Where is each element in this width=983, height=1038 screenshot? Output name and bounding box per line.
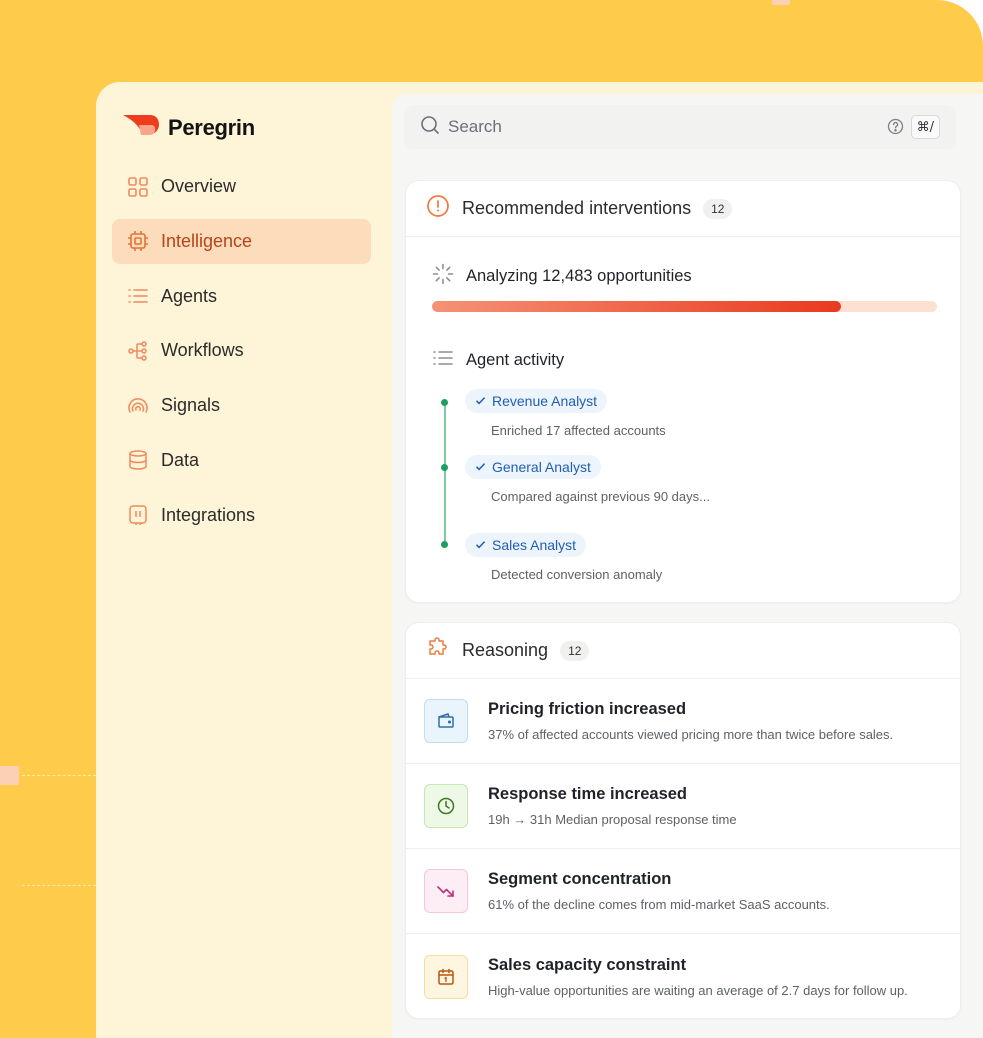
reasoning-item-title: Response time increased xyxy=(488,785,687,803)
progress-bar xyxy=(432,301,937,312)
reasoning-item-detail: 61% of the decline comes from mid-market… xyxy=(488,897,830,912)
reasoning-item-response-time[interactable]: Response time increased 19h → 31h Median… xyxy=(406,764,960,849)
reasoning-count-badge: 12 xyxy=(560,640,590,661)
reasoning-item-detail: 37% of affected accounts viewed pricing … xyxy=(488,727,894,742)
calendar-icon xyxy=(424,954,468,999)
brand-name: Peregrin xyxy=(168,114,255,140)
sidebar-item-label: Intelligence xyxy=(161,230,253,251)
search-input[interactable] xyxy=(448,117,868,137)
alert-circle-icon xyxy=(426,194,450,223)
reasoning-item-title: Pricing friction increased xyxy=(488,700,687,718)
trend-down-icon xyxy=(424,869,468,913)
signal-icon xyxy=(127,395,149,417)
help-icon[interactable] xyxy=(887,118,904,140)
agent-name: Sales Analyst xyxy=(492,537,577,553)
timeline-dot xyxy=(441,464,448,471)
agent-chip-general-analyst[interactable]: General Analyst xyxy=(465,455,601,479)
sidebar-item-signals[interactable]: Signals xyxy=(112,383,371,428)
background-frame: Peregrin Overview Intelligence Agents Wo… xyxy=(0,0,983,1038)
wallet-icon xyxy=(424,699,468,743)
reasoning-item-title: Sales capacity constraint xyxy=(488,955,687,974)
interventions-header[interactable]: Recommended interventions 12 xyxy=(406,181,960,237)
chip-icon xyxy=(127,230,149,252)
check-icon xyxy=(475,393,486,409)
reasoning-item-sales-capacity[interactable]: Sales capacity constraint High-value opp… xyxy=(406,934,960,1019)
plug-icon xyxy=(127,504,149,526)
search-bar[interactable]: ⌘/ xyxy=(404,105,956,149)
agent-entry: Sales Analyst Detected conversion anomal… xyxy=(465,533,662,582)
reasoning-item-segment-concentration[interactable]: Segment concentration 61% of the decline… xyxy=(406,849,960,934)
sidebar-item-label: Integrations xyxy=(161,504,256,525)
reasoning-item-pricing-friction[interactable]: Pricing friction increased 37% of affect… xyxy=(406,679,960,764)
sidebar-item-label: Signals xyxy=(161,395,221,416)
main-panel: ⌘/ Recommended interventions 12 Analyzin… xyxy=(392,94,983,1038)
reasoning-list: Pricing friction increased 37% of affect… xyxy=(406,679,960,1019)
interventions-card: Recommended interventions 12 Analyzing 1… xyxy=(405,180,961,603)
progress-bar-fill xyxy=(432,301,842,312)
sidebar-item-label: Data xyxy=(161,449,200,470)
sidebar-item-intelligence[interactable]: Intelligence xyxy=(112,218,371,264)
reasoning-item-detail: 19h → 31h Median proposal response time xyxy=(488,812,737,827)
database-icon xyxy=(127,449,149,471)
reasoning-header[interactable]: Reasoning 12 xyxy=(406,623,960,679)
check-icon xyxy=(475,537,486,553)
decorative-dashed-line xyxy=(22,775,96,776)
timeline-line xyxy=(444,403,446,545)
agent-activity-header: Agent activity xyxy=(432,347,564,374)
sidebar-item-label: Overview xyxy=(161,176,237,196)
timeline-dot xyxy=(441,541,448,548)
decorative-tab xyxy=(772,0,790,5)
sidebar: Peregrin Overview Intelligence Agents Wo… xyxy=(96,82,392,1038)
decorative-handle xyxy=(0,766,19,785)
reasoning-item-detail: High-value opportunities are waiting an … xyxy=(488,982,908,998)
analyzing-status: Analyzing 12,483 opportunities xyxy=(432,263,692,290)
reasoning-card: Reasoning 12 Pricing friction increased … xyxy=(405,622,961,1019)
analyzing-label: Analyzing 12,483 opportunities xyxy=(466,267,692,285)
timeline-dot xyxy=(441,399,448,406)
sidebar-item-integrations[interactable]: Integrations xyxy=(112,493,371,538)
workflow-icon xyxy=(127,340,149,362)
agent-entry: General Analyst Compared against previou… xyxy=(465,455,710,504)
puzzle-icon xyxy=(426,636,450,665)
sidebar-nav: Overview Intelligence Agents Workflows S… xyxy=(112,164,371,548)
agent-detail: Enriched 17 affected accounts xyxy=(491,423,666,438)
agent-activity-title: Agent activity xyxy=(466,351,565,369)
app-window: Peregrin Overview Intelligence Agents Wo… xyxy=(96,82,983,1038)
agent-name: Revenue Analyst xyxy=(492,393,598,409)
reasoning-item-title: Segment concentration xyxy=(488,870,672,888)
decorative-dashed-line xyxy=(22,885,96,886)
brand-logo[interactable]: Peregrin xyxy=(122,112,255,143)
agent-name: General Analyst xyxy=(492,459,591,475)
loading-spinner-icon xyxy=(432,263,454,290)
search-icon xyxy=(420,115,440,140)
peregrin-logo-icon xyxy=(122,112,160,143)
agent-detail: Compared against previous 90 days... xyxy=(491,489,710,504)
grid-icon xyxy=(127,176,149,198)
list-icon xyxy=(432,347,454,374)
agent-entry: Revenue Analyst Enriched 17 affected acc… xyxy=(465,389,666,438)
keyboard-shortcut-badge: ⌘/ xyxy=(910,115,940,139)
agent-chip-revenue-analyst[interactable]: Revenue Analyst xyxy=(465,389,608,413)
sidebar-item-overview[interactable]: Overview xyxy=(112,164,371,209)
sidebar-item-data[interactable]: Data xyxy=(112,438,371,483)
list-icon xyxy=(127,285,149,307)
clock-icon xyxy=(424,784,468,828)
agent-chip-sales-analyst[interactable]: Sales Analyst xyxy=(465,533,587,557)
sidebar-item-label: Workflows xyxy=(161,340,244,361)
interventions-count-badge: 12 xyxy=(703,198,733,219)
interventions-title: Recommended interventions xyxy=(462,198,692,218)
reasoning-title: Reasoning xyxy=(462,640,549,660)
sidebar-item-label: Agents xyxy=(161,285,218,306)
agent-detail: Detected conversion anomaly xyxy=(491,567,663,582)
sidebar-item-workflows[interactable]: Workflows xyxy=(112,328,371,373)
check-icon xyxy=(475,459,486,475)
sidebar-item-agents[interactable]: Agents xyxy=(112,274,371,319)
